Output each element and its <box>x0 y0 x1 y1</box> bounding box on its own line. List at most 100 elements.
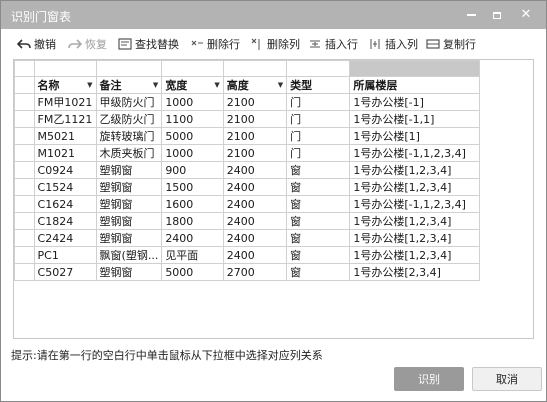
table-cell[interactable]: 窗 <box>286 246 351 264</box>
table-row[interactable]: C1524 塑钢窗 1500 2400 窗 1号办公楼[1,2,3,4] <box>14 178 533 196</box>
table-cell[interactable]: 塑钢窗 <box>95 195 163 213</box>
table-cell[interactable]: FM乙1121 <box>33 110 97 128</box>
undo-button[interactable]: 撤销 <box>17 35 56 53</box>
table-cell[interactable]: 窗 <box>286 161 351 179</box>
table-cell[interactable]: 门 <box>286 93 351 111</box>
table-cell[interactable]: 窗 <box>286 212 351 230</box>
table-cell[interactable]: 窗 <box>286 229 351 247</box>
table-cell[interactable]: 1000 <box>161 93 224 111</box>
dropdown-arrow-icon[interactable]: ▼ <box>278 81 283 89</box>
table-cell[interactable]: 2100 <box>222 110 288 128</box>
redo-button[interactable]: 恢复 <box>68 35 107 53</box>
table-cell[interactable]: 1800 <box>161 212 224 230</box>
table-cell[interactable]: 塑钢窗 <box>95 178 163 196</box>
table-row[interactable]: C1824 塑钢窗 1800 2400 窗 1号办公楼[1,2,3,4] <box>14 212 533 230</box>
table-cell[interactable]: C1824 <box>33 212 97 230</box>
table-cell[interactable]: FM甲1021 <box>33 93 97 111</box>
table-cell[interactable]: 2400 <box>222 195 288 213</box>
table-cell[interactable]: 2100 <box>222 144 288 162</box>
table-cell[interactable]: 1号办公楼[1,2,3,4] <box>349 246 481 264</box>
table-cell[interactable]: 旋转玻璃门 <box>95 127 163 145</box>
table-cell[interactable]: 1号办公楼[-1,1,2,3,4] <box>349 144 481 162</box>
cancel-button[interactable]: 取消 <box>472 367 542 391</box>
table-cell[interactable]: 飘窗(塑钢... <box>95 246 163 264</box>
table-cell[interactable]: 2700 <box>222 263 288 281</box>
table-cell[interactable]: M5021 <box>33 127 97 145</box>
dropdown-arrow-icon[interactable]: ▼ <box>214 81 219 89</box>
recognize-button[interactable]: 识别 <box>394 367 464 391</box>
dropdown-arrow-icon[interactable]: ▼ <box>87 81 92 89</box>
table-cell[interactable]: 1号办公楼[2,3,4] <box>349 263 481 281</box>
header-cell[interactable]: 名称 ▼ <box>33 76 97 94</box>
table-cell[interactable]: 1号办公楼[-1,1] <box>349 110 481 128</box>
table-cell[interactable]: 1号办公楼[1,2,3,4] <box>349 161 481 179</box>
table-cell[interactable]: 2400 <box>222 178 288 196</box>
table-cell[interactable]: 塑钢窗 <box>95 229 163 247</box>
table-cell[interactable]: C1524 <box>33 178 97 196</box>
table-cell[interactable]: 2400 <box>222 161 288 179</box>
header-cell[interactable]: 高度 ▼ <box>222 76 288 94</box>
dropdown-arrow-icon[interactable]: ▼ <box>153 81 158 89</box>
maximize-button[interactable] <box>487 6 507 24</box>
copy-row-button[interactable]: 复制行 <box>426 35 476 53</box>
table-cell[interactable]: 塑钢窗 <box>95 161 163 179</box>
table-row[interactable]: FM乙1121 乙级防火门 1100 2100 门 1号办公楼[-1,1] <box>14 110 533 128</box>
table-cell[interactable]: 塑钢窗 <box>95 263 163 281</box>
table-cell[interactable]: M1021 <box>33 144 97 162</box>
delete-row-button[interactable]: 删除行 <box>190 35 240 53</box>
table-row[interactable]: FM甲1021 甲级防火门 1000 2100 门 1号办公楼[-1] <box>14 93 533 111</box>
table-cell[interactable]: C0924 <box>33 161 97 179</box>
table-cell[interactable]: 1000 <box>161 144 224 162</box>
table-row[interactable]: C2424 塑钢窗 2400 2400 窗 1号办公楼[1,2,3,4] <box>14 229 533 247</box>
find-replace-button[interactable]: 查找替换 <box>118 35 179 53</box>
table-cell[interactable]: 门 <box>286 127 351 145</box>
table-cell[interactable]: 2100 <box>222 127 288 145</box>
table-cell[interactable]: 窗 <box>286 195 351 213</box>
table-cell[interactable]: 窗 <box>286 263 351 281</box>
table-cell[interactable]: 甲级防火门 <box>95 93 163 111</box>
table-cell[interactable]: 1500 <box>161 178 224 196</box>
table-cell[interactable]: PC1 <box>33 246 97 264</box>
minimize-button[interactable] <box>461 6 481 24</box>
table-cell[interactable]: 1号办公楼[1,2,3,4] <box>349 212 481 230</box>
table-cell[interactable]: 木质夹板门 <box>95 144 163 162</box>
table-cell[interactable]: 1号办公楼[1,2,3,4] <box>349 178 481 196</box>
table-row[interactable]: C5027 塑钢窗 5000 2700 窗 1号办公楼[2,3,4] <box>14 263 533 281</box>
delete-column-button[interactable]: 删除列 <box>250 35 300 53</box>
table-cell[interactable]: 1号办公楼[1,2,3,4] <box>349 229 481 247</box>
table-cell[interactable]: 5000 <box>161 127 224 145</box>
table-row[interactable]: M5021 旋转玻璃门 5000 2100 门 1号办公楼[1] <box>14 127 533 145</box>
table-row[interactable]: C0924 塑钢窗 900 2400 窗 1号办公楼[1,2,3,4] <box>14 161 533 179</box>
table-cell[interactable]: 窗 <box>286 178 351 196</box>
table-cell[interactable]: 1号办公楼[-1] <box>349 93 481 111</box>
table-cell[interactable]: 2400 <box>222 212 288 230</box>
insert-row-button[interactable]: 插入行 <box>308 35 358 53</box>
table-cell[interactable]: 1号办公楼[-1,1,2,3,4] <box>349 195 481 213</box>
table-cell[interactable]: 900 <box>161 161 224 179</box>
header-cell[interactable]: 所属楼层 <box>349 76 481 94</box>
table-cell[interactable]: 1600 <box>161 195 224 213</box>
header-cell[interactable]: 备注 ▼ <box>95 76 163 94</box>
table-cell[interactable]: 2400 <box>161 229 224 247</box>
table-cell[interactable]: 门 <box>286 110 351 128</box>
insert-column-button[interactable]: 插入列 <box>368 35 418 53</box>
column-mapping-row[interactable] <box>14 60 533 77</box>
table-cell[interactable]: 1100 <box>161 110 224 128</box>
table-cell[interactable]: 门 <box>286 144 351 162</box>
table-row[interactable]: M1021 木质夹板门 1000 2100 门 1号办公楼[-1,1,2,3,4] <box>14 144 533 162</box>
close-button[interactable]: ✕ <box>516 6 536 24</box>
table-cell[interactable]: 塑钢窗 <box>95 212 163 230</box>
table-cell[interactable]: 见平面 <box>161 246 224 264</box>
table-row[interactable]: C1624 塑钢窗 1600 2400 窗 1号办公楼[-1,1,2,3,4] <box>14 195 533 213</box>
header-cell[interactable]: 宽度 ▼ <box>161 76 224 94</box>
table-row[interactable]: PC1 飘窗(塑钢... 见平面 2400 窗 1号办公楼[1,2,3,4] <box>14 246 533 264</box>
table-cell[interactable]: C5027 <box>33 263 97 281</box>
header-cell[interactable]: 类型 <box>286 76 351 94</box>
table-cell[interactable]: 1号办公楼[1] <box>349 127 481 145</box>
table-cell[interactable]: 5000 <box>161 263 224 281</box>
table-cell[interactable]: C1624 <box>33 195 97 213</box>
table-cell[interactable]: 2100 <box>222 93 288 111</box>
table-cell[interactable]: C2424 <box>33 229 97 247</box>
table-cell[interactable]: 2400 <box>222 246 288 264</box>
table-cell[interactable]: 乙级防火门 <box>95 110 163 128</box>
